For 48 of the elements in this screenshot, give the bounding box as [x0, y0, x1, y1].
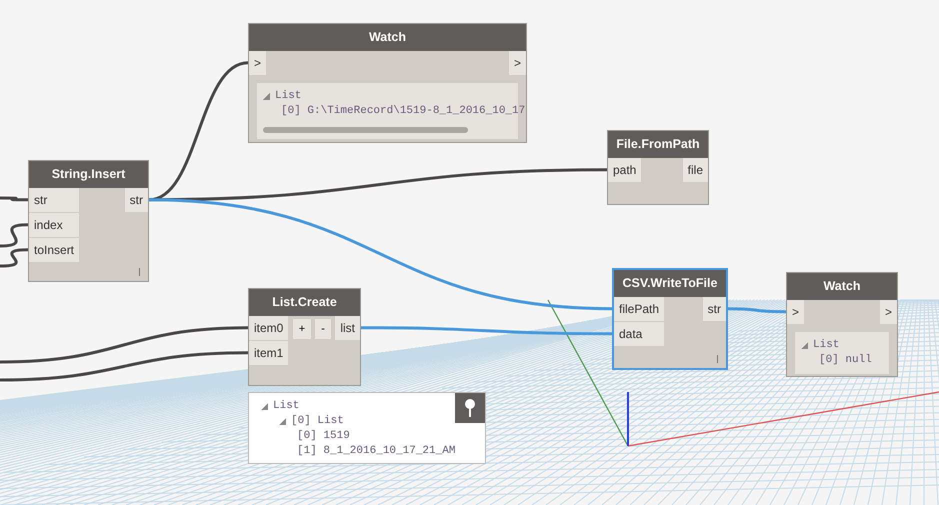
node-title: Watch: [787, 273, 897, 300]
input-port[interactable]: >: [249, 50, 266, 75]
input-port[interactable]: str: [29, 188, 80, 212]
node-title: Watch: [249, 24, 526, 51]
pin-button[interactable]: [455, 393, 485, 423]
output-port[interactable]: >: [880, 300, 897, 324]
tree-item-label: [0] List: [291, 414, 344, 429]
node-card[interactable]: List.Create item0 item1 + - list: [248, 288, 361, 386]
tree-item-label: List: [813, 338, 840, 353]
input-port[interactable]: data: [614, 322, 664, 346]
connector-wire[interactable]: [0, 351, 248, 382]
connector-wire[interactable]: [148, 168, 608, 202]
output-port[interactable]: str: [702, 296, 726, 321]
input-port[interactable]: filePath: [614, 296, 664, 321]
connector-wire[interactable]: [0, 196, 28, 202]
input-port[interactable]: item1: [249, 340, 288, 365]
output-port[interactable]: str: [124, 188, 148, 212]
node-card[interactable]: Watch > > List [0] G:\TimeRecord\1519-8_1_2016_10_17: [248, 23, 527, 143]
scrollbar[interactable]: [263, 126, 468, 133]
tree-item-label: [0] null: [819, 352, 872, 368]
connector-wire[interactable]: [0, 248, 28, 268]
input-port[interactable]: path: [608, 158, 642, 182]
tree-item-label: List: [273, 399, 300, 414]
input-port[interactable]: item0: [249, 316, 288, 340]
node-card[interactable]: String.Insert str index toInsert str: [28, 160, 149, 282]
node-card[interactable]: File.FromPath path file: [607, 130, 709, 205]
node-title: CSV.WriteToFile: [614, 270, 726, 297]
input-port[interactable]: index: [29, 212, 80, 237]
node-card[interactable]: Watch > > List [0] null: [786, 272, 898, 377]
tree-item-label: List: [275, 88, 302, 104]
node-title: File.FromPath: [608, 131, 708, 158]
tree-item-label: [1] 8_1_2016_10_17_21_AM: [297, 444, 456, 459]
connector-wire[interactable]: [148, 198, 614, 310]
tree-item-label: [0] G:\TimeRecord\1519-8_1_2016_10_17: [281, 104, 526, 119]
node-card[interactable]: CSV.WriteToFile filePath data str: [612, 268, 728, 370]
remove-input-button[interactable]: -: [315, 318, 331, 339]
tree-item-label: [0] 1519: [297, 429, 350, 444]
node-title: List.Create: [249, 289, 360, 316]
add-input-button[interactable]: +: [292, 318, 312, 339]
node-title: String.Insert: [29, 161, 148, 188]
output-port[interactable]: >: [508, 50, 526, 75]
output-port[interactable]: file: [682, 158, 708, 182]
input-port[interactable]: >: [787, 300, 804, 324]
connector-wire[interactable]: [0, 223, 28, 248]
pin-icon: [464, 398, 476, 418]
output-port[interactable]: list: [335, 316, 360, 340]
connector-wire[interactable]: [0, 326, 248, 364]
input-port[interactable]: toInsert: [29, 238, 80, 262]
